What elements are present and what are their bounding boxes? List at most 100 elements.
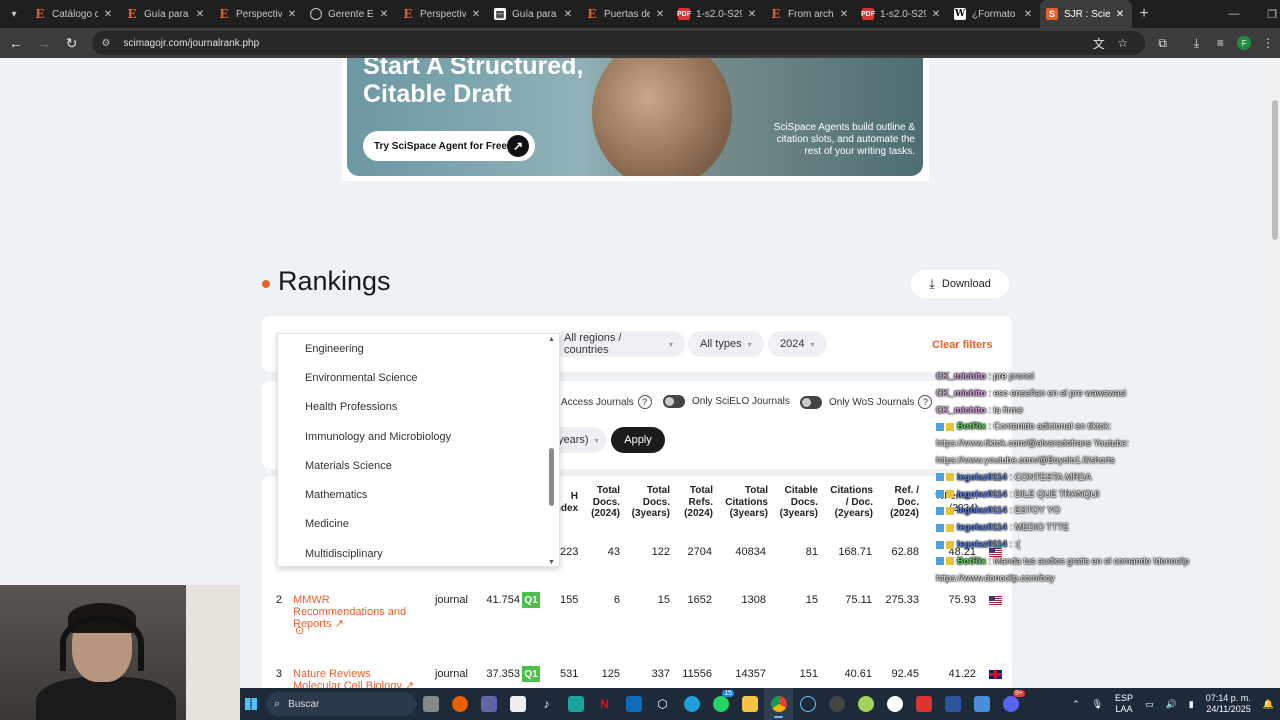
extensions-icon[interactable]: ⧉ bbox=[1151, 31, 1175, 55]
acrobat-icon[interactable] bbox=[909, 688, 938, 720]
browser-tab[interactable]: E Catálogo de ✕ bbox=[28, 0, 120, 28]
tab-search-menu-icon[interactable]: ▾ bbox=[0, 0, 28, 28]
tab-close-icon[interactable]: ✕ bbox=[378, 9, 390, 20]
battery-icon[interactable]: ▮ bbox=[1189, 699, 1194, 710]
tab-close-icon[interactable]: ✕ bbox=[654, 9, 666, 20]
dropdown-option[interactable]: Immunology and Microbiology bbox=[278, 422, 559, 451]
obs-icon[interactable] bbox=[822, 688, 851, 720]
profile-avatar[interactable]: F bbox=[1232, 31, 1256, 55]
help-icon[interactable]: ? bbox=[637, 395, 652, 409]
page-scrollbar[interactable] bbox=[1270, 58, 1280, 688]
browser-tab[interactable]: W ¿Formato IM ✕ bbox=[948, 0, 1040, 28]
whatsapp-icon[interactable]: 15 bbox=[706, 688, 735, 720]
journal-title-link[interactable]: Nature Reviews Molecular Cell Biology ↗ bbox=[293, 668, 423, 688]
site-info-icon[interactable]: ⚙ bbox=[102, 38, 116, 49]
language-indicator[interactable]: ESP LAA bbox=[1115, 693, 1133, 715]
tab-close-icon[interactable]: ✕ bbox=[562, 9, 574, 20]
minimize-icon[interactable]: — bbox=[1214, 0, 1254, 28]
microphone-icon[interactable]: 🎙 bbox=[1092, 699, 1103, 710]
browser-tab[interactable]: PDF 1-s2.0-S295 ✕ bbox=[672, 0, 764, 28]
clock[interactable]: 07:14 p. m. 24/11/2025 bbox=[1206, 693, 1251, 715]
wos-toggle[interactable]: Only WoS Journals? bbox=[800, 395, 933, 409]
store-icon[interactable] bbox=[503, 688, 532, 720]
ad-banner[interactable]: Start A Structured, Citable Draft Try Sc… bbox=[342, 58, 929, 181]
browser-tab[interactable]: ▤ Guía para au ✕ bbox=[488, 0, 580, 28]
reload-icon[interactable]: ↻ bbox=[60, 31, 84, 55]
tab-close-icon[interactable]: ✕ bbox=[746, 9, 758, 20]
journal-title-link[interactable]: MMWR Recommendations and Reports ↗ bbox=[293, 594, 423, 630]
translate-icon[interactable]: 文 bbox=[1087, 31, 1111, 55]
word-icon[interactable] bbox=[938, 688, 967, 720]
type-select[interactable]: All types ▾ bbox=[688, 331, 764, 357]
outlook-icon[interactable] bbox=[619, 688, 648, 720]
cube-app-icon[interactable]: ⬡ bbox=[648, 688, 677, 720]
steam-icon[interactable] bbox=[793, 688, 822, 720]
tab-close-icon[interactable]: ✕ bbox=[930, 9, 942, 20]
scroll-up-icon[interactable]: ▲ bbox=[548, 336, 555, 343]
scielo-toggle[interactable]: Only SciELO Journals bbox=[663, 395, 790, 408]
browser-menu-icon[interactable]: ⋮ bbox=[1256, 31, 1280, 55]
new-tab-button[interactable]: + bbox=[1132, 0, 1156, 28]
col-header-total-citations[interactable]: Total Citations (3years) bbox=[718, 485, 768, 520]
restore-icon[interactable]: ❐ bbox=[1252, 0, 1280, 28]
netflix-icon[interactable]: N bbox=[590, 688, 619, 720]
file-explorer-icon[interactable] bbox=[735, 688, 764, 720]
bookmark-star-icon[interactable]: ☆ bbox=[1111, 31, 1135, 55]
col-header-citable-docs[interactable]: Citable Docs. (3years) bbox=[776, 485, 818, 520]
teams-icon[interactable] bbox=[474, 688, 503, 720]
chrome-icon[interactable] bbox=[764, 688, 793, 720]
browser-tab[interactable]: E Perspectivas ✕ bbox=[396, 0, 488, 28]
dropdown-option[interactable]: Environmental Science bbox=[278, 363, 559, 392]
ad-cta-button[interactable]: Try SciSpace Agent for Free ↗ bbox=[363, 131, 535, 161]
subject-area-dropdown[interactable]: Engineering Environmental Science Health P… bbox=[277, 333, 560, 567]
browser-tab[interactable]: S SJR : Scienti ✕ bbox=[1040, 0, 1132, 28]
help-icon[interactable]: ? bbox=[918, 395, 933, 409]
tab-close-icon[interactable]: ✕ bbox=[470, 9, 482, 20]
github-icon[interactable] bbox=[880, 688, 909, 720]
col-header-total-refs[interactable]: Total Refs. (2024) bbox=[676, 485, 713, 520]
tab-close-icon[interactable]: ✕ bbox=[1114, 9, 1126, 20]
dropdown-option[interactable]: Multidisciplinary bbox=[278, 539, 559, 566]
browser-tab[interactable]: E Guía para au ✕ bbox=[120, 0, 212, 28]
col-header-total-docs-3years[interactable]: Total Docs. (3years) bbox=[628, 485, 670, 520]
tab-close-icon[interactable]: ✕ bbox=[1022, 9, 1034, 20]
network-icon[interactable]: ▭ bbox=[1145, 699, 1154, 710]
tab-close-icon[interactable]: ✕ bbox=[838, 9, 850, 20]
dropdown-option[interactable]: Health Professions bbox=[278, 393, 559, 422]
open-access-toggle[interactable]: Access Journals? bbox=[561, 395, 652, 409]
tab-close-icon[interactable]: ✕ bbox=[194, 9, 206, 20]
browser-tab[interactable]: PDF 1-s2.0-S295 ✕ bbox=[856, 0, 948, 28]
dropdown-option[interactable]: Mathematics bbox=[278, 480, 559, 509]
firefox-icon[interactable] bbox=[445, 688, 474, 720]
task-view-icon[interactable] bbox=[416, 688, 445, 720]
download-button[interactable]: ⤓ Download bbox=[911, 270, 1009, 298]
photos-icon[interactable] bbox=[967, 688, 996, 720]
browser-tab[interactable]: E From archiv ✕ bbox=[764, 0, 856, 28]
scroll-thumb[interactable] bbox=[549, 448, 554, 506]
browser-tab[interactable]: E Puertas de la ✕ bbox=[580, 0, 672, 28]
clear-filters-link[interactable]: Clear filters bbox=[932, 339, 993, 351]
page-scroll-thumb[interactable] bbox=[1272, 100, 1278, 240]
notifications-icon[interactable]: 🔔 bbox=[1263, 699, 1274, 710]
volume-icon[interactable]: 🔊 bbox=[1166, 699, 1177, 710]
edge-icon[interactable] bbox=[677, 688, 706, 720]
tab-close-icon[interactable]: ✕ bbox=[286, 9, 298, 20]
dropdown-scrollbar[interactable]: ▲ ▼ bbox=[548, 334, 556, 566]
back-icon[interactable]: ← bbox=[4, 31, 28, 55]
taskbar-search[interactable]: ⌕ Buscar bbox=[266, 692, 416, 716]
col-header-ref-per-doc[interactable]: Ref. / Doc. (2024) bbox=[880, 485, 919, 520]
tiktok-icon[interactable]: ♪ bbox=[532, 688, 561, 720]
browser-tab[interactable]: Gerente Edit ✕ bbox=[304, 0, 396, 28]
tray-overflow-icon[interactable]: ⌃ bbox=[1072, 699, 1080, 710]
col-header-total-docs-2024[interactable]: Total Docs. (2024) bbox=[584, 485, 620, 520]
tab-close-icon[interactable]: ✕ bbox=[102, 9, 114, 20]
apply-button[interactable]: Apply bbox=[611, 427, 665, 453]
toggle-switch[interactable] bbox=[800, 395, 822, 409]
dropdown-option[interactable]: Engineering bbox=[278, 334, 559, 363]
year-select[interactable]: 2024 ▾ bbox=[768, 331, 827, 357]
green-app-icon[interactable] bbox=[851, 688, 880, 720]
downloads-icon[interactable]: ⤓ bbox=[1185, 31, 1209, 55]
forward-icon[interactable]: → bbox=[32, 31, 56, 55]
scroll-down-icon[interactable]: ▼ bbox=[548, 559, 555, 566]
reading-list-icon[interactable]: ≡ bbox=[1208, 31, 1232, 55]
